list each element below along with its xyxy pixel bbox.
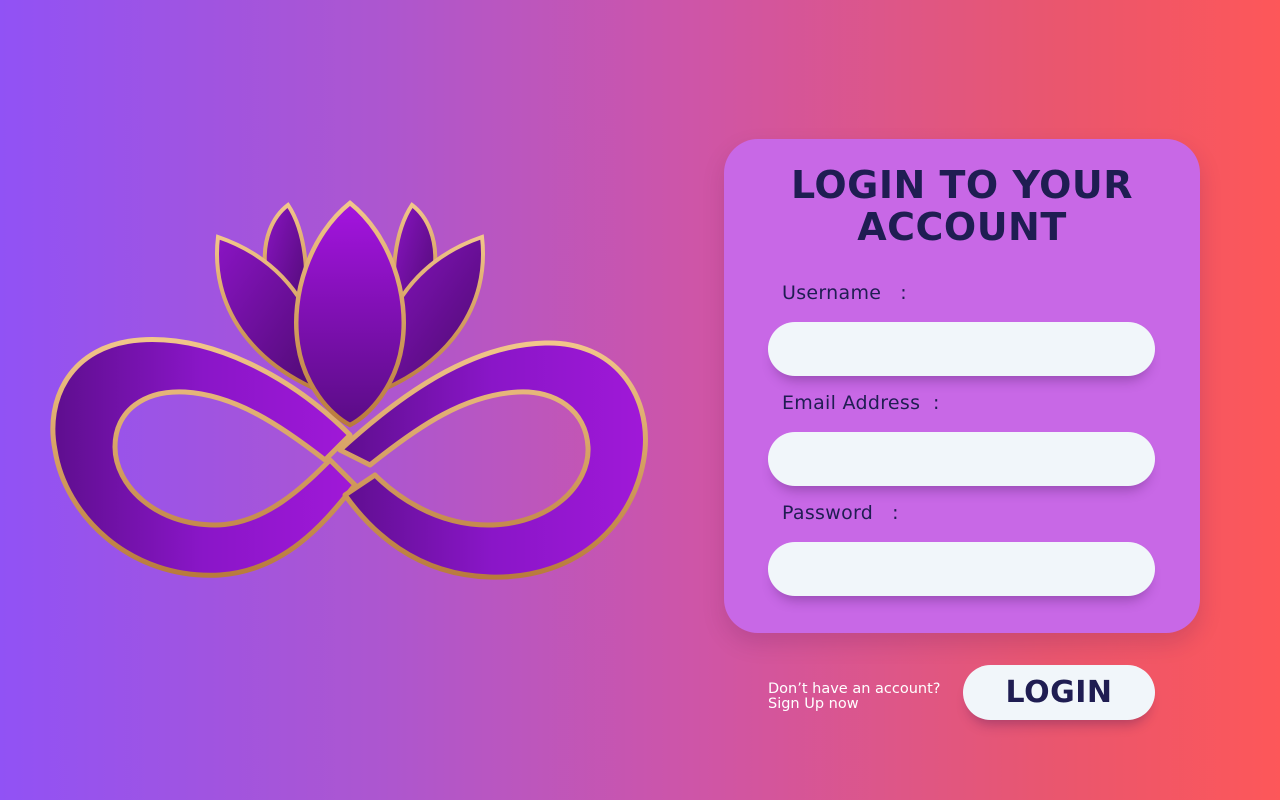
password-input[interactable] (768, 542, 1155, 596)
login-button[interactable]: LOGIN (963, 665, 1155, 720)
username-label: Username : (782, 282, 907, 304)
email-input[interactable] (768, 432, 1155, 486)
infinity-lotus-logo (50, 200, 648, 580)
password-label: Password : (782, 502, 899, 524)
email-label: Email Address : (782, 392, 940, 414)
login-title: LOGIN TO YOUR ACCOUNT (790, 163, 1134, 249)
lotus-petal-center (294, 200, 406, 428)
signup-prompt-block: Don’t have an account? Sign Up now (768, 682, 940, 712)
signup-prompt-text: Don’t have an account? (768, 681, 941, 697)
username-input[interactable] (768, 322, 1155, 376)
signup-link[interactable]: Sign Up now (768, 697, 940, 712)
